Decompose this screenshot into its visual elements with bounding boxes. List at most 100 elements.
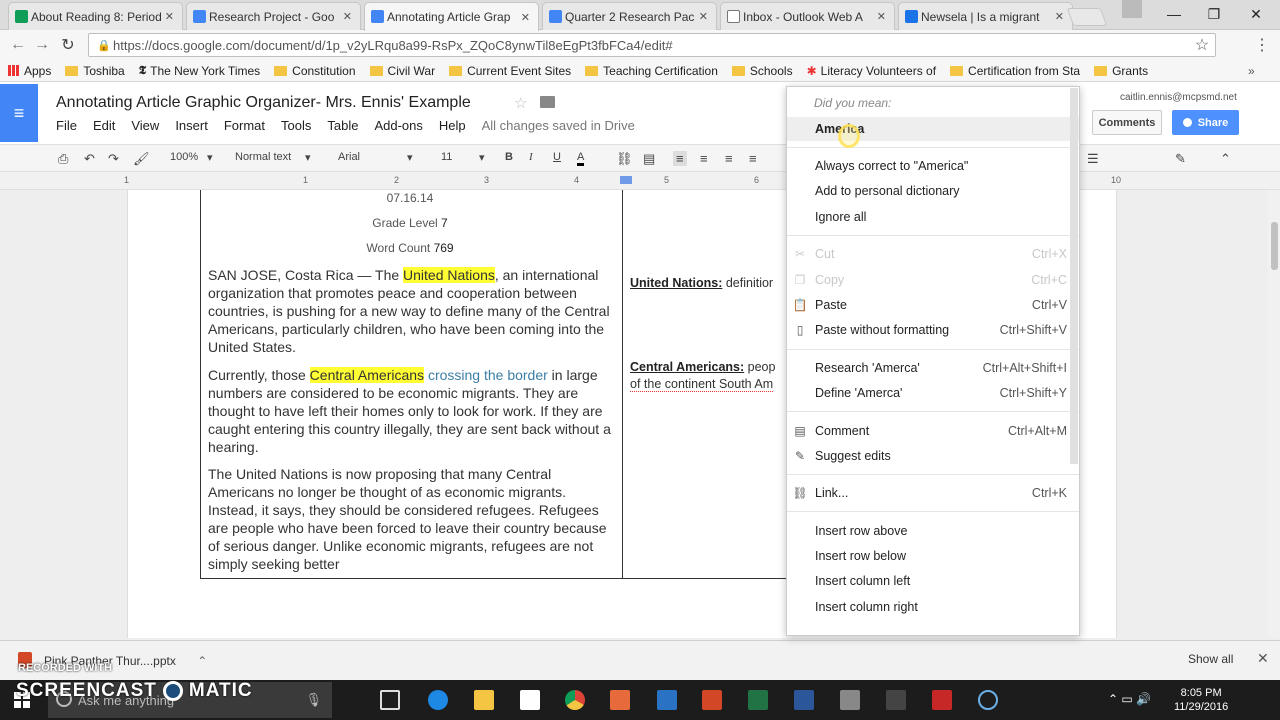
task-view-icon[interactable] <box>380 690 400 710</box>
system-tray[interactable]: ⌃ ▭ 🔊 <box>1108 692 1151 706</box>
word-icon[interactable] <box>794 690 814 710</box>
paint-format-icon[interactable]: 🖌 <box>133 151 150 167</box>
forward-icon[interactable]: → <box>32 36 52 54</box>
tab-close-icon[interactable]: ✕ <box>521 11 530 24</box>
menu-add-dictionary[interactable]: Add to personal dictionary <box>787 179 1079 203</box>
article-paragraph[interactable]: SAN JOSE, Costa Rica — The United Nation… <box>208 266 613 356</box>
menu-insert-column-right[interactable]: Insert column right <box>787 595 1079 619</box>
monitor-icon[interactable] <box>886 690 906 710</box>
article-paragraph[interactable]: The United Nations is now proposing that… <box>208 465 613 573</box>
new-tab-button[interactable] <box>1066 8 1108 26</box>
bookmark-folder[interactable]: Civil War <box>369 64 435 78</box>
back-icon[interactable]: ← <box>8 36 28 54</box>
menu-format[interactable]: Format <box>224 118 265 133</box>
browser-tab[interactable]: Newsela | Is a migrant ✕ <box>898 2 1073 30</box>
browser-tab[interactable]: Research Project - Goo ✕ <box>186 2 361 30</box>
pen-icon[interactable] <box>840 690 860 710</box>
definition-line[interactable]: of the continent South Am <box>630 376 790 393</box>
article-link[interactable]: crossing the border <box>428 367 548 383</box>
close-window-icon[interactable]: ✕ <box>1234 0 1278 28</box>
file-explorer-icon[interactable] <box>474 690 494 710</box>
redo-icon[interactable]: ↷ <box>108 151 119 167</box>
menu-insert-column-left[interactable]: Insert column left <box>787 569 1079 593</box>
bookmark-folder[interactable]: Toshiba <box>65 64 125 78</box>
menu-paste[interactable]: 📋 Paste Ctrl+V <box>787 293 1079 317</box>
bookmark-folder[interactable]: Schools <box>731 64 793 78</box>
link-icon[interactable]: ⛓ <box>616 151 633 167</box>
powerpoint-icon[interactable] <box>702 690 722 710</box>
menu-comment[interactable]: ▤ Comment Ctrl+Alt+M <box>787 419 1079 443</box>
align-left-icon[interactable]: ≡ <box>673 151 687 166</box>
menu-ignore-all[interactable]: Ignore all <box>787 205 1079 229</box>
edge-icon[interactable] <box>428 690 448 710</box>
menu-suggest-edits[interactable]: ✎ Suggest edits <box>787 444 1079 468</box>
menu-link[interactable]: ⛓ Link... Ctrl+K <box>787 481 1079 505</box>
menu-icon[interactable]: ⋮ <box>1252 36 1272 54</box>
menu-insert-row-above[interactable]: Insert row above <box>787 519 1079 543</box>
table-column-divider[interactable] <box>622 190 623 579</box>
store-icon[interactable] <box>520 690 540 710</box>
definition-united-nations[interactable]: United Nations: definitior <box>630 275 790 292</box>
restore-icon[interactable]: ❐ <box>1192 0 1236 28</box>
menu-always-correct[interactable]: Always correct to "America" <box>787 154 1079 178</box>
text-color-icon[interactable]: A <box>577 151 585 166</box>
menu-insert[interactable]: Insert <box>175 118 208 133</box>
show-all-button[interactable]: Show all <box>1188 652 1233 666</box>
reload-icon[interactable]: ↻ <box>58 36 78 54</box>
pencil-icon[interactable]: ✎ <box>1175 151 1186 167</box>
browser-tab[interactable]: About Reading 8: Period ✕ <box>8 2 183 30</box>
menu-view[interactable]: View <box>131 118 159 133</box>
menu-tools[interactable]: Tools <box>281 118 311 133</box>
comment-icon[interactable]: ▤ <box>643 151 655 167</box>
article-paragraph[interactable]: Currently, those Central Americans cross… <box>208 366 613 456</box>
tab-close-icon[interactable]: ✕ <box>165 10 174 23</box>
tab-close-icon[interactable]: ✕ <box>1055 10 1064 23</box>
comments-button[interactable]: Comments <box>1092 110 1162 135</box>
undo-icon[interactable]: ↶ <box>84 151 95 167</box>
menu-file[interactable]: File <box>56 118 77 133</box>
menu-research[interactable]: Research 'Amerca' Ctrl+Alt+Shift+I <box>787 356 1079 380</box>
definition-central-americans[interactable]: Central Americans: peop <box>630 359 790 376</box>
profile-icon[interactable] <box>1122 0 1142 18</box>
font-select[interactable]: Arial <box>338 151 360 163</box>
chrome-icon[interactable] <box>565 690 585 710</box>
bookmark-folder[interactable]: Constitution <box>274 64 356 78</box>
bookmark-link[interactable]: 𝕿 The New York Times <box>139 63 260 78</box>
browser-tab[interactable]: Inbox - Outlook Web A ✕ <box>720 2 895 30</box>
tab-close-icon[interactable]: ✕ <box>699 10 708 23</box>
document-title[interactable]: Annotating Article Graphic Organizer- Mr… <box>56 94 471 112</box>
browser-tab[interactable]: Quarter 2 Research Pac ✕ <box>542 2 717 30</box>
more-bookmarks-icon[interactable]: » <box>1248 64 1255 78</box>
font-size-select[interactable]: 11 <box>441 151 452 163</box>
docs-home-icon[interactable]: ≡ <box>0 84 38 142</box>
justify-icon[interactable]: ≡ <box>749 151 757 166</box>
acrobat-icon[interactable] <box>932 690 952 710</box>
bookmark-folder[interactable]: Grants <box>1094 64 1148 78</box>
account-email[interactable]: caitlin.ennis@mcpsmd.net <box>1120 92 1237 103</box>
browser-tab-active[interactable]: Annotating Article Grap ✕ <box>364 2 539 31</box>
star-icon[interactable]: ☆ <box>514 94 527 112</box>
menu-table[interactable]: Table <box>327 118 358 133</box>
collapse-icon[interactable]: ⌃ <box>1220 151 1231 167</box>
address-bar[interactable]: 🔒 https://docs.google.com/document/d/1p_v… <box>88 33 1216 57</box>
menu-copy[interactable]: ❐ Copy Ctrl+C <box>787 268 1079 292</box>
menu-insert-row-below[interactable]: Insert row below <box>787 544 1079 568</box>
menu-addons[interactable]: Add-ons <box>374 118 422 133</box>
indent-marker-icon[interactable] <box>620 176 632 184</box>
minimize-icon[interactable]: — <box>1152 0 1196 28</box>
tab-close-icon[interactable]: ✕ <box>343 10 352 23</box>
publisher-icon[interactable] <box>748 690 768 710</box>
bookmark-folder[interactable]: Current Event Sites <box>449 64 571 78</box>
scrollbar-thumb[interactable] <box>1271 222 1278 270</box>
table-icon[interactable]: ☰ <box>1087 151 1099 167</box>
media-icon[interactable] <box>610 690 630 710</box>
menu-paste-plain[interactable]: ▯ Paste without formatting Ctrl+Shift+V <box>787 318 1079 342</box>
align-right-icon[interactable]: ≡ <box>725 151 733 166</box>
share-button[interactable]: Share <box>1172 110 1239 135</box>
style-select[interactable]: Normal text <box>235 151 291 163</box>
taskbar-clock[interactable]: 8:05 PM 11/29/2016 <box>1174 686 1228 714</box>
folder-icon[interactable] <box>540 96 555 108</box>
bookmark-star-icon[interactable]: ☆ <box>1192 36 1212 54</box>
tab-close-icon[interactable]: ✕ <box>877 10 886 23</box>
spelling-suggestion[interactable]: America <box>787 117 1079 141</box>
